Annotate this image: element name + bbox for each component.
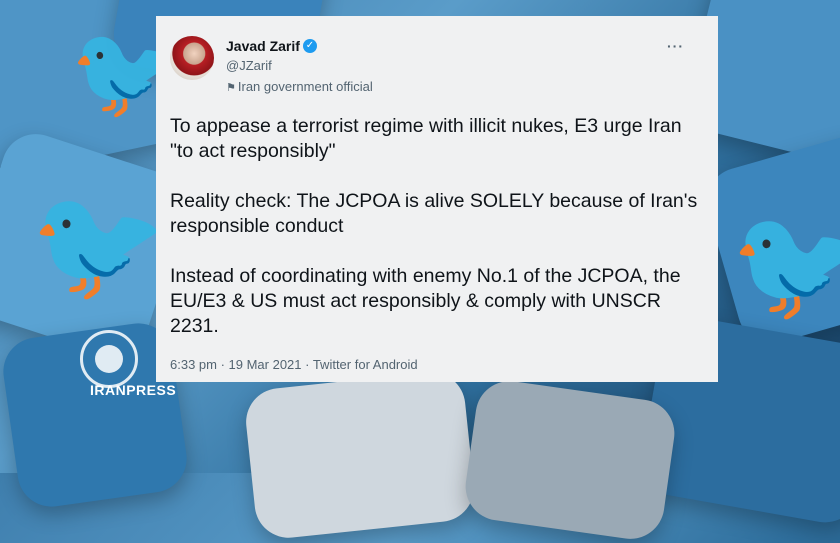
flag-icon: ⚑ — [226, 81, 236, 94]
avatar[interactable] — [170, 36, 214, 80]
iranpress-logo — [80, 330, 138, 388]
tweet-card: Javad Zarif ✓ @JZarif ⚑ Iran government o… — [156, 16, 718, 382]
tweet-paragraph: Instead of coordinating with enemy No.1 … — [170, 265, 681, 337]
tweet-paragraph: Reality check: The JCPOA is alive SOLELY… — [170, 190, 698, 237]
tweet-paragraph: To appease a terrorist regime with illic… — [170, 115, 682, 162]
verified-badge-icon: ✓ — [303, 39, 317, 53]
twitter-bird-icon: 🐦 — [30, 180, 167, 308]
account-label-text: Iran government official — [237, 79, 373, 94]
account-label: ⚑ Iran government official — [226, 79, 373, 94]
watermark-text: IRANPRESS — [90, 382, 177, 398]
logo-emblem — [95, 345, 123, 373]
author-name[interactable]: Javad Zarif — [226, 38, 300, 54]
tweet-text: To appease a terrorist regime with illic… — [170, 114, 700, 364]
author-handle[interactable]: @JZarif — [226, 58, 272, 73]
bg-tile — [461, 376, 679, 543]
bg-tile — [242, 368, 478, 542]
twitter-bird-icon: 🐦 — [730, 200, 840, 328]
more-options-icon[interactable]: ··· — [667, 38, 684, 54]
tweet-timestamp[interactable]: 6:33 pm · 19 Mar 2021 · Twitter for Andr… — [170, 357, 418, 372]
